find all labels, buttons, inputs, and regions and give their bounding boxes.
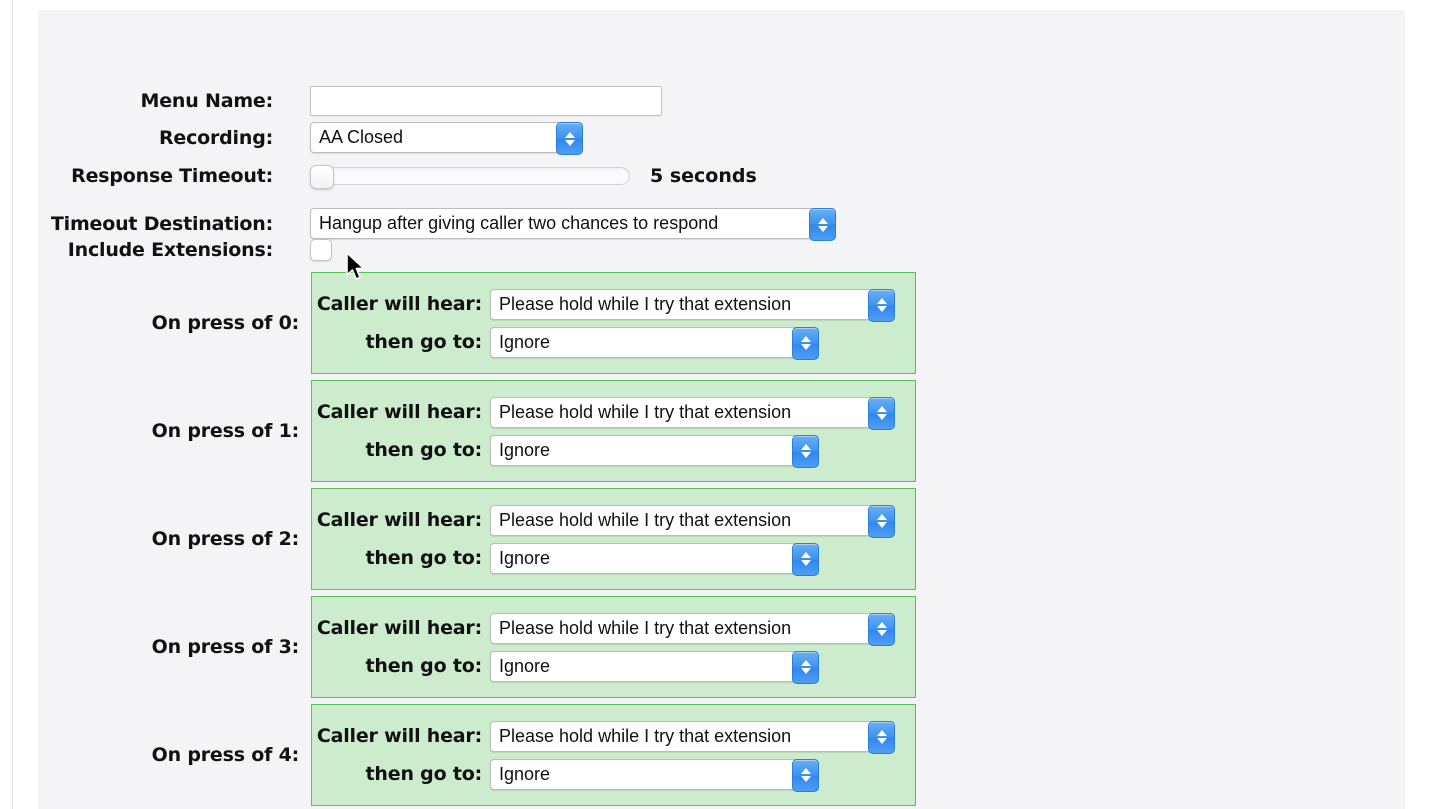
page-content-area: Menu Name: Recording: AA Closed Response… — [38, 10, 1405, 809]
response-timeout-value: 5 seconds — [650, 165, 757, 187]
chevron-up-down-icon[interactable] — [868, 720, 895, 754]
key-press-row: On press of 1: Caller will hear: Please ho… — [38, 380, 918, 482]
caller-will-hear-select[interactable]: Please hold while I try that extension — [490, 612, 895, 646]
then-go-to-select-value: Ignore — [499, 439, 551, 460]
key-press-panel: Caller will hear: Please hold while I try… — [311, 488, 916, 590]
field-row-recording: Recording: AA Closed — [38, 122, 668, 155]
menu-name-input[interactable] — [310, 86, 662, 116]
caller-will-hear-select-value: Please hold while I try that extension — [499, 293, 792, 314]
then-go-to-select-value: Ignore — [499, 331, 551, 352]
key-press-field-line: Caller will hear: Please hold while I try… — [312, 393, 915, 431]
key-press-panel: Caller will hear: Please hold while I try… — [311, 596, 916, 698]
field-row-response-timeout: Response Timeout: 5 seconds — [38, 165, 798, 189]
chevron-up-down-icon[interactable] — [792, 326, 819, 360]
chevron-up-down-icon[interactable] — [868, 504, 895, 538]
chevron-up-down-icon[interactable] — [556, 122, 583, 155]
slider-thumb[interactable] — [310, 165, 334, 189]
key-press-panel: Caller will hear: Please hold while I try… — [311, 380, 916, 482]
recording-label: Recording: — [158, 126, 273, 149]
key-press-row: On press of 0: Caller will hear: Please ho… — [38, 272, 918, 374]
caller-will-hear-label: Caller will hear: — [316, 401, 482, 423]
then-go-to-select-value: Ignore — [499, 547, 551, 568]
caller-will-hear-label: Caller will hear: — [316, 725, 482, 747]
caller-will-hear-select-value: Please hold while I try that extension — [499, 509, 792, 530]
screen: Menu Name: Recording: AA Closed Response… — [0, 0, 1440, 809]
key-press-field-line: then go to: Ignore — [312, 755, 915, 793]
include-extensions-checkbox[interactable] — [310, 239, 332, 261]
caller-will-hear-select[interactable]: Please hold while I try that extension — [490, 720, 895, 754]
key-press-field-line: Caller will hear: Please hold while I try… — [312, 609, 915, 647]
then-go-to-label: then go to: — [365, 547, 483, 569]
key-press-field-line: then go to: Ignore — [312, 647, 915, 685]
chevron-up-down-icon[interactable] — [792, 434, 819, 468]
viewport-left-rule — [12, 0, 13, 809]
key-press-label: On press of 3: — [151, 636, 300, 658]
chevron-up-down-icon[interactable] — [792, 542, 819, 576]
then-go-to-select-value: Ignore — [499, 655, 551, 676]
chevron-up-down-icon[interactable] — [868, 396, 895, 430]
menu-name-label: Menu Name: — [140, 90, 274, 112]
key-press-field-line: Caller will hear: Please hold while I try… — [312, 285, 915, 323]
chevron-up-down-icon[interactable] — [868, 288, 895, 322]
key-press-label: On press of 4: — [151, 744, 300, 766]
then-go-to-label: then go to: — [365, 331, 483, 353]
key-press-field-line: Caller will hear: Please hold while I try… — [312, 717, 915, 755]
then-go-to-select[interactable]: Ignore — [490, 434, 819, 468]
then-go-to-label: then go to: — [365, 439, 483, 461]
key-press-row: On press of 2: Caller will hear: Please ho… — [38, 488, 918, 590]
key-press-field-line: then go to: Ignore — [312, 323, 915, 361]
timeout-destination-select[interactable]: Hangup after giving caller two chances t… — [310, 208, 836, 241]
then-go-to-select[interactable]: Ignore — [490, 758, 819, 792]
caller-will-hear-label: Caller will hear: — [316, 617, 482, 639]
then-go-to-select-value: Ignore — [499, 763, 551, 784]
key-press-field-line: then go to: Ignore — [312, 539, 915, 577]
chevron-up-down-icon[interactable] — [792, 650, 819, 684]
key-press-row: On press of 3: Caller will hear: Please ho… — [38, 596, 918, 698]
field-row-include-extensions: Include Extensions: — [38, 239, 668, 261]
include-extensions-label: Include Extensions: — [67, 239, 273, 261]
then-go-to-label: then go to: — [365, 655, 483, 677]
caller-will-hear-label: Caller will hear: — [316, 509, 482, 531]
recording-select-value: AA Closed — [319, 127, 404, 147]
key-press-row: On press of 4: Caller will hear: Please ho… — [38, 704, 918, 806]
timeout-destination-label: Timeout Destination: — [50, 212, 273, 235]
chevron-up-down-icon[interactable] — [809, 208, 836, 241]
key-press-field-line: Caller will hear: Please hold while I try… — [312, 501, 915, 539]
key-press-panel: Caller will hear: Please hold while I try… — [311, 272, 916, 374]
key-press-label: On press of 2: — [151, 528, 300, 550]
key-press-field-line: then go to: Ignore — [312, 431, 915, 469]
key-press-panel: Caller will hear: Please hold while I try… — [311, 704, 916, 806]
caller-will-hear-select[interactable]: Please hold while I try that extension — [490, 504, 895, 538]
then-go-to-select[interactable]: Ignore — [490, 542, 819, 576]
recording-select[interactable]: AA Closed — [310, 122, 583, 155]
chevron-up-down-icon[interactable] — [868, 612, 895, 646]
caller-will-hear-select[interactable]: Please hold while I try that extension — [490, 396, 895, 430]
timeout-destination-select-value: Hangup after giving caller two chances t… — [319, 213, 719, 233]
then-go-to-select[interactable]: Ignore — [490, 326, 819, 360]
caller-will-hear-label: Caller will hear: — [316, 293, 482, 315]
slider-track[interactable] — [316, 167, 630, 185]
chevron-up-down-icon[interactable] — [792, 758, 819, 792]
then-go-to-select[interactable]: Ignore — [490, 650, 819, 684]
then-go-to-label: then go to: — [365, 763, 483, 785]
caller-will-hear-select-value: Please hold while I try that extension — [499, 617, 792, 638]
key-press-label: On press of 0: — [151, 312, 300, 334]
field-row-timeout-destination: Timeout Destination: Hangup after giving… — [38, 208, 868, 241]
field-row-menu-name: Menu Name: — [38, 86, 668, 116]
caller-will-hear-select-value: Please hold while I try that extension — [499, 725, 792, 746]
response-timeout-slider[interactable] — [310, 165, 630, 189]
caller-will-hear-select-value: Please hold while I try that extension — [499, 401, 792, 422]
response-timeout-label: Response Timeout: — [71, 165, 273, 187]
key-press-label: On press of 1: — [151, 420, 300, 442]
caller-will-hear-select[interactable]: Please hold while I try that extension — [490, 288, 895, 322]
